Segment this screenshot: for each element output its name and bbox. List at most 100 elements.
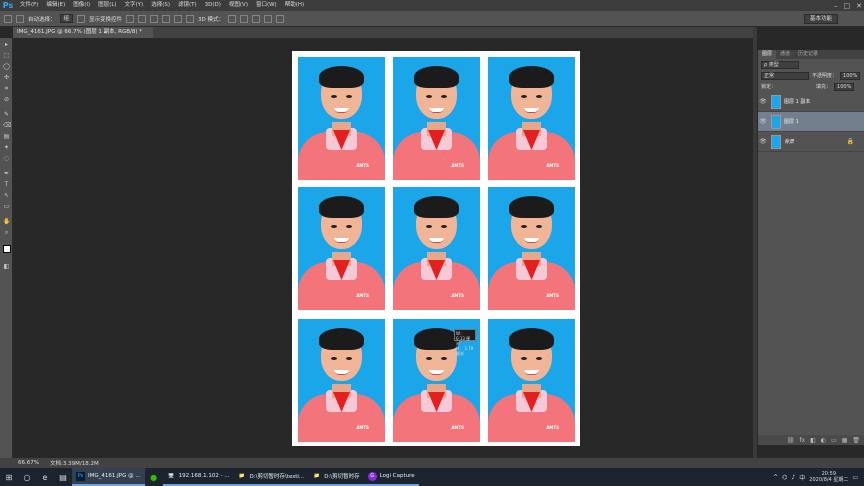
lock-row: 锁定： 填充： 100% bbox=[758, 81, 864, 92]
document-canvas[interactable]: AMTS AMTS AMTS AMTS AMTS AMTS AMTS AMTS AMTS bbox=[292, 51, 580, 446]
file-explorer-icon[interactable]: ▤ bbox=[54, 468, 72, 486]
document-tab[interactable]: IMG_4161.JPG @ 66.7% (图层 1 副本, RGB/8) * bbox=[13, 27, 153, 38]
new-layer-icon[interactable]: ▦ bbox=[842, 437, 848, 444]
color-swatch[interactable] bbox=[3, 245, 11, 253]
taskbar-app-photoshop[interactable]: Ps IMG_4161.JPG @ ... bbox=[72, 468, 145, 486]
layer-filter-dropdown[interactable]: ρ 类型 bbox=[761, 60, 799, 69]
menu-image[interactable]: 图像(I) bbox=[69, 0, 94, 11]
layer-row[interactable]: 👁 背景 🔒 bbox=[758, 132, 864, 152]
taskbar-app-remote-desktop[interactable]: 🖥 192.168.1.102 - ... bbox=[162, 468, 234, 486]
move-tool-icon[interactable] bbox=[4, 14, 12, 23]
layer-style-icon[interactable]: fx bbox=[799, 437, 805, 444]
scale-3d-icon[interactable] bbox=[276, 14, 285, 23]
lasso-tool-icon[interactable]: ◯ bbox=[3, 64, 10, 70]
menu-filter[interactable]: 滤镜(T) bbox=[174, 0, 201, 11]
delete-layer-icon[interactable]: 🗑 bbox=[852, 437, 860, 444]
menu-help[interactable]: 帮助(H) bbox=[281, 0, 308, 11]
menu-window[interactable]: 窗口(W) bbox=[252, 0, 281, 11]
auto-select-checkbox[interactable] bbox=[16, 14, 24, 23]
menu-file[interactable]: 文件(F) bbox=[16, 0, 42, 11]
close-icon[interactable]: ✕ bbox=[856, 2, 862, 10]
align-left-icon[interactable] bbox=[162, 14, 171, 23]
align-bottom-icon[interactable] bbox=[150, 14, 159, 23]
add-mask-icon[interactable]: ◧ bbox=[810, 437, 816, 444]
fill-input[interactable]: 100% bbox=[834, 82, 855, 91]
rotate-3d-icon[interactable] bbox=[228, 14, 237, 23]
eraser-tool-icon[interactable]: ⌫ bbox=[3, 123, 11, 129]
input-method-icon[interactable]: 中 bbox=[799, 473, 805, 482]
menu-edit[interactable]: 编辑(E) bbox=[42, 0, 69, 11]
zoom-tool-icon[interactable]: ⌕ bbox=[3, 230, 10, 236]
stamp-tool-icon[interactable]: ✦ bbox=[3, 145, 10, 151]
windows-start-icon[interactable]: ⊞ bbox=[0, 468, 18, 486]
layers-panel: 图层 通道 历史记录 ρ 类型 正常 不透明度： 100% 锁定： 填充： 10… bbox=[757, 50, 864, 445]
wechat-icon[interactable]: ● bbox=[145, 468, 163, 486]
align-middle-icon[interactable] bbox=[138, 14, 147, 23]
dodge-tool-icon[interactable]: ◌ bbox=[3, 156, 10, 162]
quick-mask-icon[interactable]: ◧ bbox=[3, 264, 10, 270]
crop-tool-icon[interactable]: ⌗ bbox=[3, 86, 10, 92]
menu-select[interactable]: 选择(S) bbox=[147, 0, 174, 11]
shape-tool-icon[interactable]: ▭ bbox=[3, 204, 10, 210]
move-tool-icon[interactable]: ▸ bbox=[3, 42, 10, 48]
network-icon[interactable]: ⌬ bbox=[782, 474, 787, 481]
slide-3d-icon[interactable] bbox=[264, 14, 273, 23]
roll-3d-icon[interactable] bbox=[240, 14, 249, 23]
id-photo: AMTS bbox=[488, 57, 575, 180]
menu-type[interactable]: 文字(Y) bbox=[121, 0, 148, 11]
opacity-input[interactable]: 100% bbox=[840, 71, 861, 80]
new-group-icon[interactable]: ▭ bbox=[831, 437, 837, 444]
align-top-icon[interactable] bbox=[126, 14, 135, 23]
auto-select-dropdown[interactable]: 组 bbox=[59, 14, 74, 23]
edge-browser-icon[interactable]: e bbox=[36, 468, 54, 486]
minimize-icon[interactable]: – bbox=[834, 2, 838, 10]
photo-eye bbox=[521, 95, 527, 98]
marquee-tool-icon[interactable]: ⬚ bbox=[3, 53, 10, 59]
menu-3d[interactable]: 3D(D) bbox=[201, 0, 225, 11]
maximize-icon[interactable]: □ bbox=[844, 2, 851, 10]
layer-row[interactable]: 👁 图层 1 副本 bbox=[758, 92, 864, 112]
path-select-tool-icon[interactable]: ↖ bbox=[3, 193, 10, 199]
photoshop-logo: Ps bbox=[2, 1, 14, 10]
tab-channels[interactable]: 通道 bbox=[776, 50, 794, 59]
tab-layers[interactable]: 图层 bbox=[758, 50, 777, 59]
taskbar-app-logi-capture[interactable]: G Logi Capture bbox=[363, 468, 419, 486]
hand-tool-icon[interactable]: ✋ bbox=[3, 219, 10, 225]
align-right-icon[interactable] bbox=[186, 14, 195, 23]
blend-mode-dropdown[interactable]: 正常 bbox=[761, 71, 809, 80]
pen-tool-icon[interactable]: ✒ bbox=[3, 171, 10, 177]
canvas-area[interactable]: AMTS AMTS AMTS AMTS AMTS AMTS AMTS AMTS AMTS bbox=[13, 38, 753, 458]
link-layers-icon[interactable]: ⛓ bbox=[787, 437, 795, 444]
visibility-eye-icon[interactable]: 👁 bbox=[758, 138, 768, 145]
taskbar-app-folder[interactable]: 📁 D:\剪切暂时存 bbox=[308, 468, 364, 486]
visibility-eye-icon[interactable]: 👁 bbox=[758, 118, 768, 125]
system-clock[interactable]: 20:59 2020/8/4 星期二 bbox=[809, 471, 848, 483]
photo-hair bbox=[319, 66, 364, 88]
taskbar-app-label: IMG_4161.JPG @ ... bbox=[88, 473, 141, 479]
eyedropper-tool-icon[interactable]: ⊘ bbox=[3, 97, 10, 103]
tray-chevron-icon[interactable]: ^ bbox=[773, 474, 778, 481]
zoom-level[interactable]: 66.67% bbox=[18, 460, 42, 466]
show-transform-checkbox[interactable] bbox=[77, 14, 86, 23]
id-photo: AMTS bbox=[393, 57, 480, 180]
volume-icon[interactable]: ♪ bbox=[791, 474, 795, 481]
type-tool-icon[interactable]: T bbox=[3, 182, 10, 188]
tab-history[interactable]: 历史记录 bbox=[794, 50, 822, 59]
drag-3d-icon[interactable] bbox=[252, 14, 261, 23]
quick-select-tool-icon[interactable]: ✣ bbox=[3, 75, 10, 81]
adjustment-layer-icon[interactable]: ◐ bbox=[821, 437, 826, 444]
blend-row: 正常 不透明度： 100% bbox=[758, 70, 864, 81]
align-center-icon[interactable] bbox=[174, 14, 183, 23]
gradient-tool-icon[interactable]: ▤ bbox=[3, 134, 10, 140]
taskbar-app-folder[interactable]: 📁 D:\剪切暂时存\testi... bbox=[233, 468, 309, 486]
layer-row-selected[interactable]: 👁 图层 1 bbox=[758, 112, 864, 132]
layer-thumbnail bbox=[771, 134, 781, 149]
menu-view[interactable]: 视图(V) bbox=[225, 0, 252, 11]
search-icon[interactable]: ○ bbox=[18, 468, 36, 486]
notification-icon[interactable]: ▭ bbox=[852, 474, 858, 481]
brush-tool-icon[interactable]: ✎ bbox=[3, 112, 10, 118]
menu-layer[interactable]: 图层(L) bbox=[94, 0, 120, 11]
visibility-eye-icon[interactable]: 👁 bbox=[758, 98, 768, 105]
workspace-dropdown[interactable]: 基本功能 bbox=[804, 14, 838, 24]
window-controls: – □ ✕ bbox=[834, 0, 862, 11]
